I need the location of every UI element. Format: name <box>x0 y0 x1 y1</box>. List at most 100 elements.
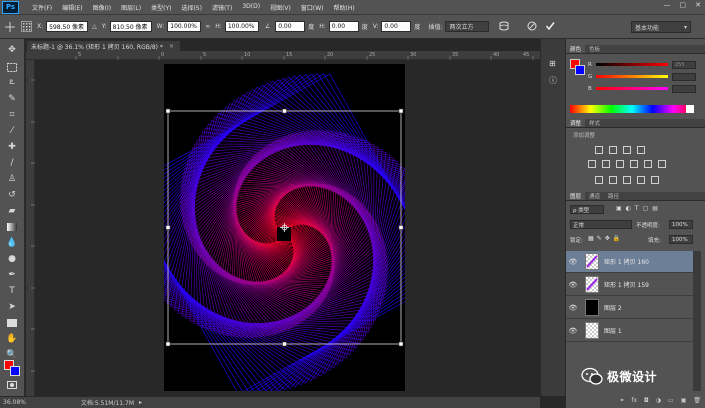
vskew-input[interactable] <box>381 21 412 32</box>
gradient-map-icon[interactable] <box>637 176 645 184</box>
tab-styles[interactable]: 样式 <box>585 118 604 127</box>
new-layer-icon[interactable]: ▣ <box>681 397 687 407</box>
layer-filter-select[interactable]: ρ 类型 <box>570 205 604 214</box>
blur-tool-icon[interactable]: 💧 <box>6 237 18 249</box>
eye-icon[interactable]: 👁 <box>566 304 580 312</box>
tab-layers[interactable]: 图层 <box>566 191 586 200</box>
layer-filter-icons[interactable]: ▣◐T▢▤ <box>616 205 662 212</box>
marquee-tool-icon[interactable] <box>6 61 18 73</box>
link-layers-icon[interactable]: ⚭ <box>619 397 624 407</box>
g-value[interactable] <box>672 72 696 81</box>
close-window-button[interactable]: ✕ <box>695 1 701 9</box>
g-track[interactable] <box>596 75 668 78</box>
curves-icon[interactable] <box>623 146 631 154</box>
b-track[interactable] <box>596 87 668 90</box>
document-tab[interactable]: 未标题-1 @ 36.1% (矩形 1 拷贝 160, RGB/8) * × <box>26 40 181 51</box>
levels-icon[interactable] <box>609 146 617 154</box>
threshold-icon[interactable] <box>623 176 631 184</box>
hskew-input[interactable] <box>328 21 359 32</box>
photo-filter-icon[interactable] <box>644 160 652 168</box>
h-input[interactable] <box>224 21 259 32</box>
invert-icon[interactable] <box>595 176 603 184</box>
tab-channels[interactable]: 通道 <box>585 191 604 200</box>
menu-filter[interactable]: 滤镜(T) <box>207 3 237 12</box>
eye-icon[interactable]: 👁 <box>566 327 580 335</box>
interp-select[interactable]: 两次立方 <box>445 21 490 32</box>
r-slider[interactable]: R 255 <box>588 60 696 69</box>
path-select-icon[interactable]: ➤ <box>6 301 18 313</box>
tab-swatches[interactable]: 色板 <box>585 44 604 53</box>
x-input[interactable] <box>46 21 89 32</box>
quick-select-icon[interactable]: ✎ <box>6 93 18 105</box>
posterize-icon[interactable] <box>609 176 617 184</box>
history-brush-icon[interactable]: ↺ <box>6 189 18 201</box>
eye-icon[interactable]: 👁 <box>566 281 580 289</box>
type-tool-icon[interactable]: T <box>6 285 18 297</box>
brush-tool-icon[interactable]: ∕ <box>6 157 18 169</box>
menu-select[interactable]: 选择(S) <box>176 3 207 12</box>
layer-row[interactable]: 👁 图层 1 <box>566 320 693 342</box>
eyedropper-icon[interactable]: ⁄ <box>6 125 18 137</box>
transform-bounding-box[interactable] <box>164 108 405 348</box>
pen-tool-icon[interactable]: ✒ <box>6 269 18 281</box>
history-icon[interactable]: ⊞ <box>549 59 556 68</box>
close-tab-icon[interactable]: × <box>169 43 174 50</box>
tab-color[interactable]: 颜色 <box>566 44 586 53</box>
menu-help[interactable]: 帮助(H) <box>329 3 360 12</box>
adjustment-layer-icon[interactable]: ◑ <box>656 397 661 407</box>
lock-icons[interactable]: ▦✎✥🔒 <box>588 235 623 242</box>
angle-input[interactable] <box>275 21 306 32</box>
fx-icon[interactable]: fx <box>631 397 637 407</box>
hue-saturation-icon[interactable] <box>602 160 610 168</box>
workspace-select[interactable]: 基本功能 ▾ <box>631 21 691 33</box>
crop-tool-icon[interactable]: ⌗ <box>6 109 18 121</box>
layer-row[interactable]: 👁 矩形 1 拷贝 159 <box>566 274 693 296</box>
w-input[interactable] <box>167 21 202 32</box>
color-balance-icon[interactable] <box>616 160 624 168</box>
brightness-icon[interactable] <box>595 146 603 154</box>
mask-icon[interactable]: ◘ <box>644 397 649 407</box>
link-icon[interactable]: ∞ <box>205 23 210 30</box>
menu-window[interactable]: 窗口(W) <box>296 3 329 12</box>
menu-type[interactable]: 类型(Y) <box>146 3 176 12</box>
menu-layer[interactable]: 图层(L) <box>116 3 146 12</box>
menu-file[interactable]: 文件(F) <box>27 3 57 12</box>
relative-position-icon[interactable]: △ <box>92 23 97 30</box>
move-tool-preset-icon[interactable] <box>4 21 15 32</box>
layer-row[interactable]: 👁 图层 2 <box>566 297 693 319</box>
trash-icon[interactable]: 🗑 <box>693 397 701 407</box>
menu-edit[interactable]: 编辑(E) <box>57 3 87 12</box>
clone-stamp-icon[interactable]: ♙ <box>6 173 18 185</box>
group-icon[interactable]: ▭ <box>668 397 674 407</box>
reference-point-icon[interactable] <box>21 21 32 32</box>
move-tool-icon[interactable]: ✥ <box>6 44 18 56</box>
info-icon[interactable]: ⓘ <box>549 75 557 86</box>
hand-tool-icon[interactable]: ✋ <box>6 333 18 345</box>
black-white-icon[interactable] <box>630 160 638 168</box>
zoom-level[interactable]: 36.08% <box>3 399 26 406</box>
vibrance-icon[interactable] <box>588 160 596 168</box>
eye-icon[interactable]: 👁 <box>566 258 580 266</box>
menu-view[interactable]: 视图(V) <box>265 3 296 12</box>
opacity-field[interactable]: 100% <box>669 220 693 229</box>
layer-row[interactable]: 👁 矩形 1 拷贝 160 <box>566 251 693 273</box>
tab-paths[interactable]: 路径 <box>604 191 623 200</box>
tab-adjustments[interactable]: 调整 <box>566 118 586 127</box>
exposure-icon[interactable] <box>637 146 645 154</box>
fill-field[interactable]: 100% <box>669 235 693 244</box>
menu-3d[interactable]: 3D(D) <box>237 3 265 12</box>
background-color-swatch[interactable] <box>10 366 20 376</box>
eraser-icon[interactable]: ▰ <box>6 205 18 217</box>
color-spectrum[interactable] <box>570 105 694 113</box>
lasso-tool-icon[interactable]: ఽ <box>6 77 18 89</box>
r-value[interactable]: 255 <box>672 60 696 69</box>
minimize-button[interactable]: — <box>664 1 671 9</box>
selective-color-icon[interactable] <box>651 176 659 184</box>
check-icon[interactable] <box>545 21 556 33</box>
maximize-button[interactable]: ▢ <box>680 1 687 9</box>
layers-scrollbar[interactable] <box>693 251 701 391</box>
panel-background-swatch[interactable] <box>575 65 585 75</box>
dodge-tool-icon[interactable]: ● <box>6 253 18 265</box>
gradient-tool-icon[interactable] <box>6 221 18 233</box>
y-input[interactable] <box>109 21 152 32</box>
